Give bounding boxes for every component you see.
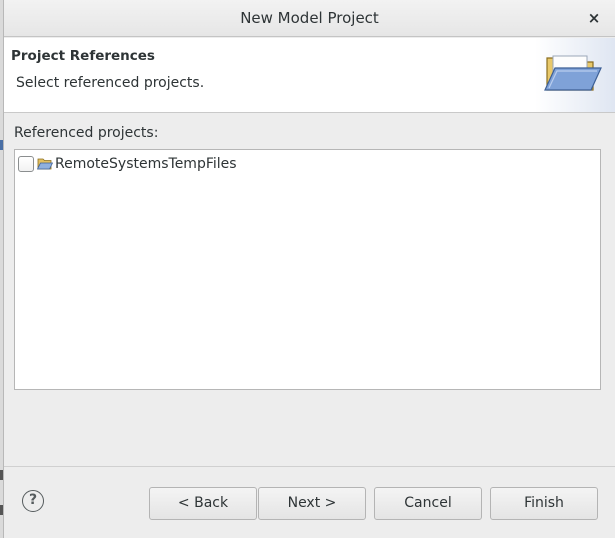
- dialog-title: New Model Project: [240, 9, 379, 27]
- close-button[interactable]: ×: [585, 8, 603, 28]
- footer-divider: [4, 466, 615, 467]
- project-checkbox[interactable]: [18, 156, 34, 172]
- back-button[interactable]: < Back: [149, 487, 257, 520]
- folder-open-icon: [544, 55, 602, 91]
- wizard-header: Project References Select referenced pro…: [4, 38, 615, 113]
- title-bar: New Model Project ×: [4, 0, 615, 37]
- next-button[interactable]: Next >: [258, 487, 366, 520]
- wizard-banner: [535, 38, 615, 112]
- cancel-button[interactable]: Cancel: [374, 487, 482, 520]
- project-label: RemoteSystemsTempFiles: [55, 156, 237, 172]
- referenced-projects-list[interactable]: RemoteSystemsTempFiles: [14, 149, 601, 390]
- help-icon[interactable]: ?: [22, 490, 44, 512]
- new-model-project-dialog: New Model Project × Project References S…: [3, 0, 615, 538]
- page-title: Project References: [11, 48, 155, 64]
- page-description: Select referenced projects.: [16, 75, 205, 91]
- referenced-projects-label: Referenced projects:: [14, 125, 159, 141]
- list-item[interactable]: RemoteSystemsTempFiles: [18, 153, 237, 175]
- folder-icon: [37, 158, 53, 170]
- finish-button[interactable]: Finish: [490, 487, 598, 520]
